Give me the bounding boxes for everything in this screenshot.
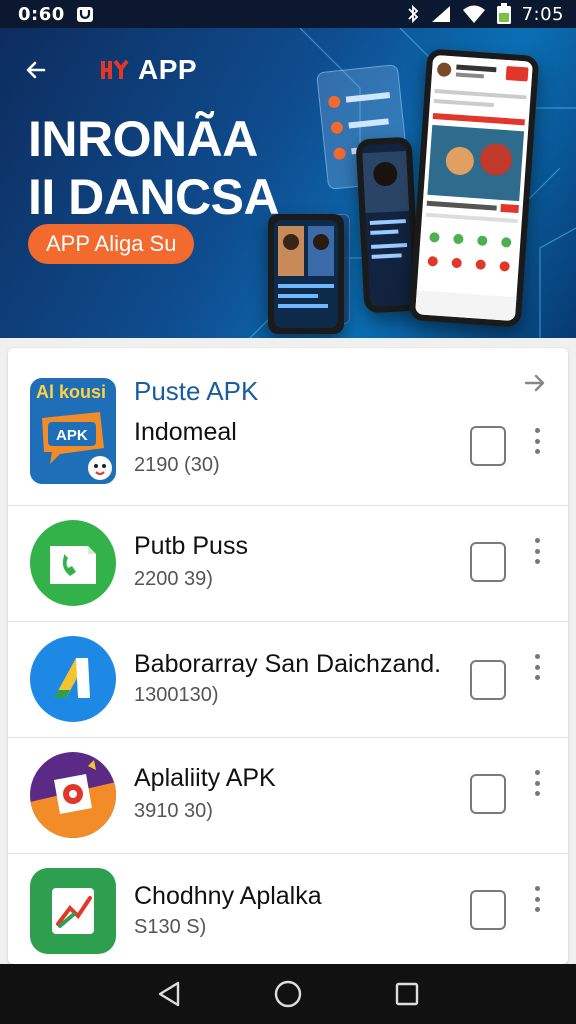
nav-back-button[interactable]	[154, 979, 184, 1009]
hero-badge-button[interactable]: APP Aliga Su	[28, 224, 195, 264]
hero-title: INRONÃA II DANCSA	[28, 110, 280, 226]
app-notification-icon	[75, 4, 95, 24]
app-checkbox[interactable]	[470, 426, 506, 466]
app-meta: 2190 (30)	[134, 454, 220, 476]
more-options-button[interactable]	[526, 654, 548, 680]
status-left: 0:60	[18, 4, 95, 25]
apk-app-icon: Al kousi APK	[30, 378, 116, 484]
nav-home-button[interactable]	[273, 979, 303, 1009]
status-right: 7:05	[406, 3, 564, 25]
back-button[interactable]	[22, 56, 50, 84]
app-row[interactable]: Aplaliity APK 3910 30)	[8, 738, 568, 854]
app-name: Putb Puss	[134, 532, 248, 560]
more-options-button[interactable]	[526, 886, 548, 912]
phone-app-icon	[30, 520, 116, 606]
status-bar: 0:60 7:05	[0, 0, 576, 28]
app-row[interactable]: Al kousi APK Indomeal 2190 (30)	[8, 378, 568, 506]
more-options-button[interactable]	[526, 428, 548, 454]
svg-text:APK: APK	[56, 427, 88, 444]
navigation-bar	[0, 964, 576, 1024]
phone-mockup-small	[268, 214, 344, 334]
app-row[interactable]: Baborarray San Daichzand. 1300130)	[8, 622, 568, 738]
app-meta: 2200 39)	[134, 568, 213, 590]
app-meta: 1300130)	[134, 684, 219, 706]
hero-banner: APP INRONÃA II DANCSA APP Aliga Su	[0, 28, 576, 338]
more-options-button[interactable]	[526, 770, 548, 796]
hero-title-line1: INRONÃA	[28, 111, 258, 167]
nav-recents-button[interactable]	[392, 979, 422, 1009]
app-checkbox[interactable]	[470, 774, 506, 814]
nav-recents-icon	[395, 982, 418, 1006]
signal-icon	[430, 4, 452, 24]
svg-text:Al kousi: Al kousi	[36, 382, 106, 402]
status-time-left: 0:60	[18, 3, 65, 25]
wifi-icon	[462, 4, 486, 24]
app-meta: S130 S)	[134, 916, 207, 938]
more-options-button[interactable]	[526, 538, 548, 564]
app-list-card: Puste APK Al kousi APK Indomeal 2190 (30…	[8, 348, 568, 964]
status-time-right: 7:05	[521, 3, 564, 25]
brand: APP	[100, 54, 197, 86]
app-name: Aplaliity APK	[134, 764, 276, 792]
chart-app-icon	[30, 868, 116, 954]
bluetooth-icon	[406, 4, 420, 24]
app-name: Indomeal	[134, 418, 237, 446]
brand-name: APP	[138, 54, 198, 85]
back-arrow-icon	[26, 61, 46, 79]
app-row[interactable]: Putb Puss 2200 39)	[8, 506, 568, 622]
app-name: Chodhny Aplalka	[134, 882, 322, 910]
tilt-app-icon	[30, 636, 116, 722]
phone-mockup-main	[408, 48, 540, 328]
camera-app-icon	[30, 752, 116, 838]
nav-home-icon	[274, 980, 302, 1008]
app-checkbox[interactable]	[470, 660, 506, 700]
battery-icon	[496, 3, 512, 25]
hero-title-line2: II DANCSA	[28, 169, 280, 225]
app-checkbox[interactable]	[470, 542, 506, 582]
nav-back-icon	[159, 981, 180, 1007]
brand-logo-icon	[101, 59, 129, 79]
app-checkbox[interactable]	[470, 890, 506, 930]
app-meta: 3910 30)	[134, 800, 213, 822]
app-row[interactable]: Chodhny Aplalka S130 S)	[8, 854, 568, 964]
app-name: Baborarray San Daichzand.	[134, 650, 442, 678]
